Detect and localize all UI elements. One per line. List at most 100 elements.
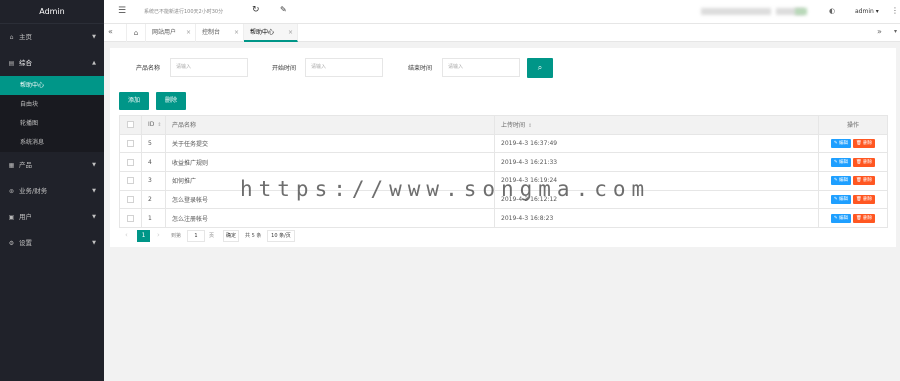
edit-label: 编辑 [839, 197, 849, 203]
close-icon[interactable]: × [288, 24, 293, 42]
id-header[interactable]: ID ⇕ [141, 115, 166, 135]
table-row: 5 关于任务提交 2019-4-3 16:37:49 ✎ 编辑 🗑 删除 [119, 133, 888, 154]
tab-website-users[interactable]: 网站用户 × [146, 24, 196, 42]
system-notice: 系统已不能新进行100天2小时30分 [144, 9, 224, 15]
submenu-item-carousel[interactable]: 轮播图 [0, 114, 104, 133]
row-select-cell [119, 152, 142, 173]
next-page-icon[interactable]: › [157, 231, 160, 239]
menu-label: 主页 [19, 33, 32, 41]
tab-label: 控制台 [202, 29, 221, 36]
submenu-item-free-block[interactable]: 自由块 [0, 95, 104, 114]
row-actions: ✎ 编辑 🗑 删除 [818, 133, 888, 154]
menu-settings[interactable]: ⚙ 设置 ▼ [0, 230, 104, 256]
settings-icon: ⚙ [8, 240, 15, 247]
caret-up-icon: ▲ [92, 60, 96, 66]
page-size-select[interactable]: 10 条/页 [267, 230, 295, 242]
page-number-current[interactable]: 1 [137, 230, 150, 242]
delete-label: 删除 [863, 141, 873, 147]
edit-button[interactable]: ✎ 编辑 [830, 195, 852, 205]
row-checkbox[interactable] [127, 158, 134, 166]
sort-icon[interactable]: ⇕ [528, 123, 532, 129]
delete-button[interactable]: 🗑 删除 [853, 176, 876, 186]
menu-general[interactable]: ▤ 综合 ▲ [0, 50, 104, 76]
tabs-dropdown-icon[interactable]: ▾ [894, 28, 897, 35]
delete-label: 删除 [863, 197, 873, 203]
id-header-label: ID [148, 121, 155, 129]
row-time: 2019-4-3 16:8:23 [494, 208, 819, 229]
product-table: ID ⇕ 产品名称 上传时间 ⇕ 操作 5 关于任务提交 2019-4-3 16:37:… [119, 115, 888, 229]
edit-button[interactable]: ✎ 编辑 [830, 139, 852, 149]
row-actions: ✎ 编辑 🗑 删除 [818, 208, 888, 229]
goto-page-input[interactable]: 1 [187, 230, 205, 242]
row-checkbox[interactable] [127, 140, 134, 148]
submenu-item-help-center[interactable]: 帮助中心 [0, 76, 104, 95]
menu-label: 设置 [19, 239, 32, 247]
prev-page-icon[interactable]: ‹ [125, 231, 128, 239]
menu-label: 产品 [19, 161, 32, 169]
caret-down-icon: ▼ [92, 162, 96, 168]
edit-button[interactable]: ✎ 编辑 [830, 176, 852, 186]
table-row: 1 怎么注册帐号 2019-4-3 16:8:23 ✎ 编辑 🗑 删除 [119, 208, 888, 229]
tabs-scroll-right-icon[interactable]: » [877, 27, 882, 36]
edit-label: 编辑 [839, 141, 849, 147]
delete-button[interactable]: 🗑 删除 [853, 213, 876, 223]
submenu-general: 帮助中心 自由块 轮播图 系统消息 [0, 76, 104, 152]
edit-label: 编辑 [839, 159, 849, 165]
menu-finance[interactable]: ⊛ 业务/财务 ▼ [0, 178, 104, 204]
goto-label: 到第 [171, 233, 182, 239]
tab-help-center[interactable]: 帮助中心 × [244, 24, 298, 42]
start-time-input[interactable]: 请输入 [305, 58, 383, 77]
clear-cache-icon[interactable]: ✎ [280, 5, 287, 14]
end-time-input[interactable]: 请输入 [442, 58, 520, 77]
delete-button[interactable]: 🗑 删除 [853, 195, 876, 205]
menu-toggle-icon[interactable]: ☰ [118, 6, 126, 16]
user-menu[interactable]: admin ▾ [855, 8, 879, 15]
tabs-scroll-left-icon[interactable]: « [108, 27, 113, 36]
finance-icon: ⊛ [8, 188, 15, 195]
row-actions: ✎ 编辑 🗑 删除 [818, 189, 888, 210]
goto-confirm-button[interactable]: 确定 [223, 230, 239, 242]
edit-button[interactable]: ✎ 编辑 [830, 157, 852, 167]
batch-delete-button[interactable]: 删除 [156, 92, 186, 110]
sort-icon[interactable]: ⇕ [157, 122, 161, 128]
row-name: 怎么登录帐号 [165, 189, 495, 210]
tab-console[interactable]: 控制台 × [196, 24, 244, 42]
row-checkbox[interactable] [127, 196, 134, 204]
edit-button[interactable]: ✎ 编辑 [830, 213, 852, 223]
table-row: 2 怎么登录帐号 2019-4-3 16:12:12 ✎ 编辑 🗑 删除 [119, 189, 888, 210]
menu-label: 业务/财务 [19, 187, 48, 195]
menu-user[interactable]: ▣ 用户 ▼ [0, 204, 104, 230]
username: admin [855, 8, 874, 15]
more-icon[interactable]: ⋮ [891, 6, 899, 15]
delete-button[interactable]: 🗑 删除 [853, 157, 876, 167]
search-button[interactable]: ⌕ [527, 58, 553, 78]
select-all-checkbox[interactable] [127, 121, 134, 129]
end-time-label: 结束时间 [408, 65, 433, 72]
row-select-cell [119, 171, 142, 191]
row-name: 如何推广 [165, 171, 495, 191]
action-header: 操作 [818, 115, 888, 135]
row-select-cell [119, 208, 142, 229]
theme-icon[interactable]: ◐ [829, 7, 835, 15]
tab-home-icon[interactable]: ⌂ [126, 24, 146, 42]
caret-down-icon: ▼ [92, 214, 96, 220]
time-header[interactable]: 上传时间 ⇕ [494, 115, 819, 135]
menu-product[interactable]: ▦ 产品 ▼ [0, 152, 104, 178]
menu-home[interactable]: ⌂ 主页 ▼ [0, 24, 104, 50]
submenu-item-system-messages[interactable]: 系统消息 [0, 133, 104, 152]
close-icon[interactable]: × [186, 24, 191, 42]
row-checkbox[interactable] [127, 214, 134, 222]
add-button[interactable]: 添加 [119, 92, 149, 110]
delete-label: 删除 [863, 215, 873, 221]
product-name-label: 产品名称 [136, 65, 161, 72]
delete-button[interactable]: 🗑 删除 [853, 139, 876, 149]
refresh-icon[interactable]: ↻ [252, 5, 260, 15]
row-select-cell [119, 189, 142, 210]
close-icon[interactable]: × [234, 24, 239, 42]
row-time: 2019-4-3 16:19:24 [494, 171, 819, 191]
product-name-input[interactable]: 请输入 [170, 58, 248, 77]
row-id: 2 [141, 189, 166, 210]
row-time: 2019-4-3 16:21:33 [494, 152, 819, 173]
row-checkbox[interactable] [127, 177, 134, 185]
total-count: 共 5 条 [245, 233, 262, 239]
